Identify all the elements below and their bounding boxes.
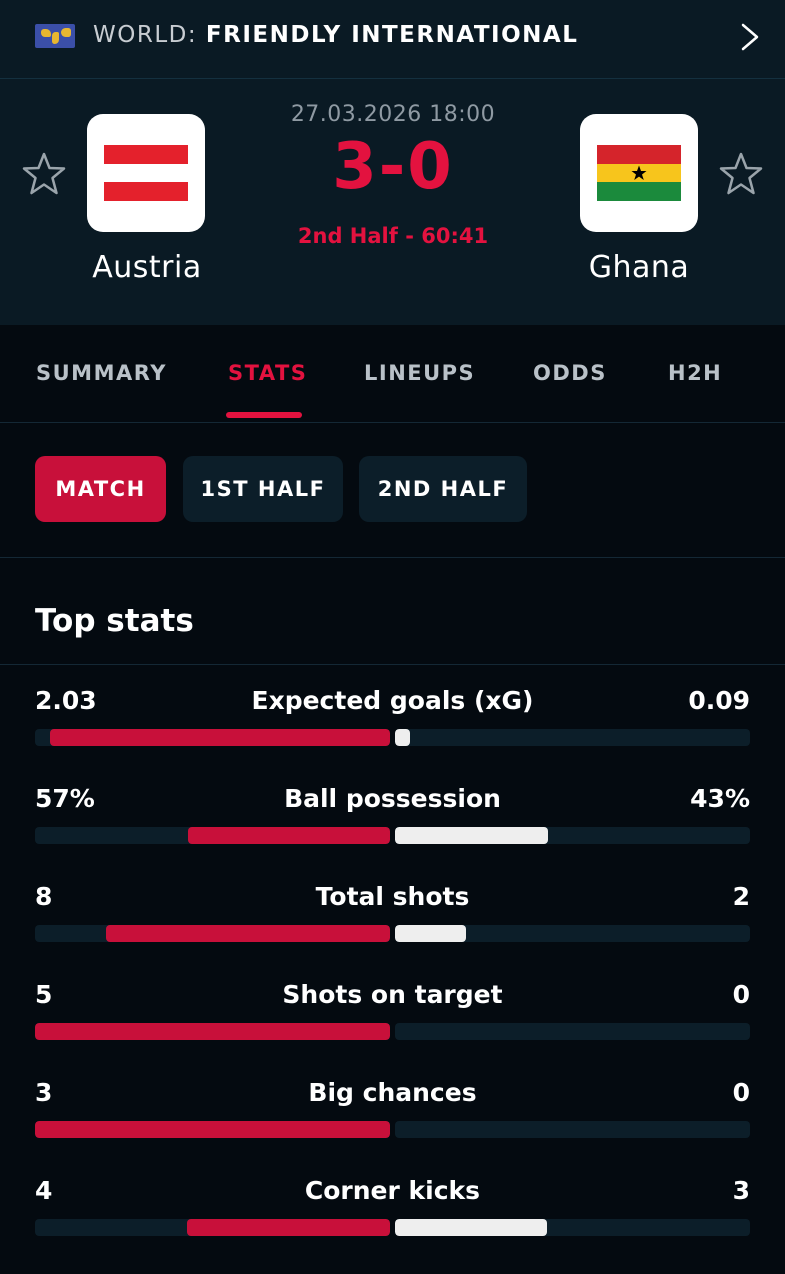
favorite-home-star-icon[interactable] (21, 151, 67, 197)
stat-away-value: 3 (732, 1176, 750, 1205)
stat-label: Ball possession (284, 784, 501, 813)
league-title: WORLD: FRIENDLY INTERNATIONAL (93, 22, 578, 48)
league-region: WORLD: (93, 22, 206, 48)
tab-lineups[interactable]: LINEUPS (364, 361, 475, 385)
match-status: 2nd Half - 60:41 (297, 224, 489, 248)
tab-odds[interactable]: ODDS (533, 361, 607, 385)
world-map-flag-icon (35, 24, 75, 48)
active-tab-indicator (226, 412, 302, 418)
stat-label: Expected goals (xG) (251, 686, 534, 715)
period-tab-2nd-half[interactable]: 2ND HALF (359, 456, 527, 522)
stat-row: 5 Shots on target 0 (0, 980, 785, 1078)
stat-away-bar (395, 729, 411, 746)
stat-away-bar-track (395, 925, 750, 942)
stat-home-bar (35, 1121, 390, 1138)
stat-row: 3 Big chances 0 (0, 1078, 785, 1176)
stat-home-bar-track (35, 1219, 390, 1236)
stat-home-bar (187, 827, 390, 844)
period-tabs: MATCH 1ST HALF 2ND HALF (0, 423, 785, 558)
stat-away-bar (395, 827, 548, 844)
tab-h2h[interactable]: H2H (668, 361, 722, 385)
stat-home-bar-track (35, 925, 390, 942)
stat-label: Corner kicks (304, 1176, 481, 1205)
away-team-logo[interactable] (580, 114, 698, 232)
league-name: FRIENDLY INTERNATIONAL (205, 22, 579, 48)
stat-away-bar-track (395, 729, 750, 746)
stat-home-bar (50, 729, 390, 746)
stat-away-bar-track (395, 1219, 750, 1236)
stat-away-bar (395, 925, 466, 942)
match-tabs: SUMMARY STATS LINEUPS ODDS H2H (0, 325, 785, 423)
stat-away-bar-track (395, 1023, 750, 1040)
favorite-away-star-icon[interactable] (718, 151, 764, 197)
stat-home-bar-track (35, 827, 390, 844)
stat-label: Big chances (308, 1078, 477, 1107)
stat-home-bar-track (35, 1023, 390, 1040)
tab-summary[interactable]: SUMMARY (36, 361, 167, 385)
league-bar[interactable]: WORLD: FRIENDLY INTERNATIONAL (0, 0, 785, 79)
period-tab-match[interactable]: MATCH (35, 456, 166, 522)
section-title: Top stats (35, 603, 194, 639)
stat-label: Shots on target (282, 980, 503, 1009)
austria-flag-icon (104, 145, 188, 202)
stat-label: Total shots (315, 882, 470, 911)
stat-away-value: 0.09 (688, 686, 750, 715)
home-team-logo[interactable] (87, 114, 205, 232)
stat-home-bar (187, 1219, 390, 1236)
match-score: 3-0 (332, 130, 454, 204)
period-tab-1st-half[interactable]: 1ST HALF (183, 456, 343, 522)
stat-away-bar (395, 1219, 548, 1236)
chevron-right-icon[interactable] (735, 23, 763, 51)
black-star-icon (631, 165, 647, 180)
stat-away-value: 0 (732, 1078, 750, 1107)
stat-row: 8 Total shots 2 (0, 882, 785, 980)
stat-home-bar (35, 1023, 390, 1040)
away-team-name[interactable]: Ghana (529, 250, 749, 285)
stat-row: 4 Corner kicks 3 (0, 1176, 785, 1274)
stat-away-value: 2 (732, 882, 750, 911)
stat-away-value: 43% (690, 784, 750, 813)
stat-home-bar-track (35, 1121, 390, 1138)
stat-row: 2.03 Expected goals (xG) 0.09 (0, 686, 785, 784)
section-divider (0, 664, 785, 665)
stat-away-bar-track (395, 827, 750, 844)
stat-row: 57% Ball possession 43% (0, 784, 785, 882)
stat-away-bar-track (395, 1121, 750, 1138)
stat-away-value: 0 (732, 980, 750, 1009)
match-datetime: 27.03.2026 18:00 (290, 102, 496, 127)
stat-home-bar-track (35, 729, 390, 746)
ghana-flag-icon (597, 145, 681, 202)
tab-stats[interactable]: STATS (228, 361, 307, 385)
home-team-name[interactable]: Austria (37, 250, 257, 285)
stat-home-bar (106, 925, 390, 942)
